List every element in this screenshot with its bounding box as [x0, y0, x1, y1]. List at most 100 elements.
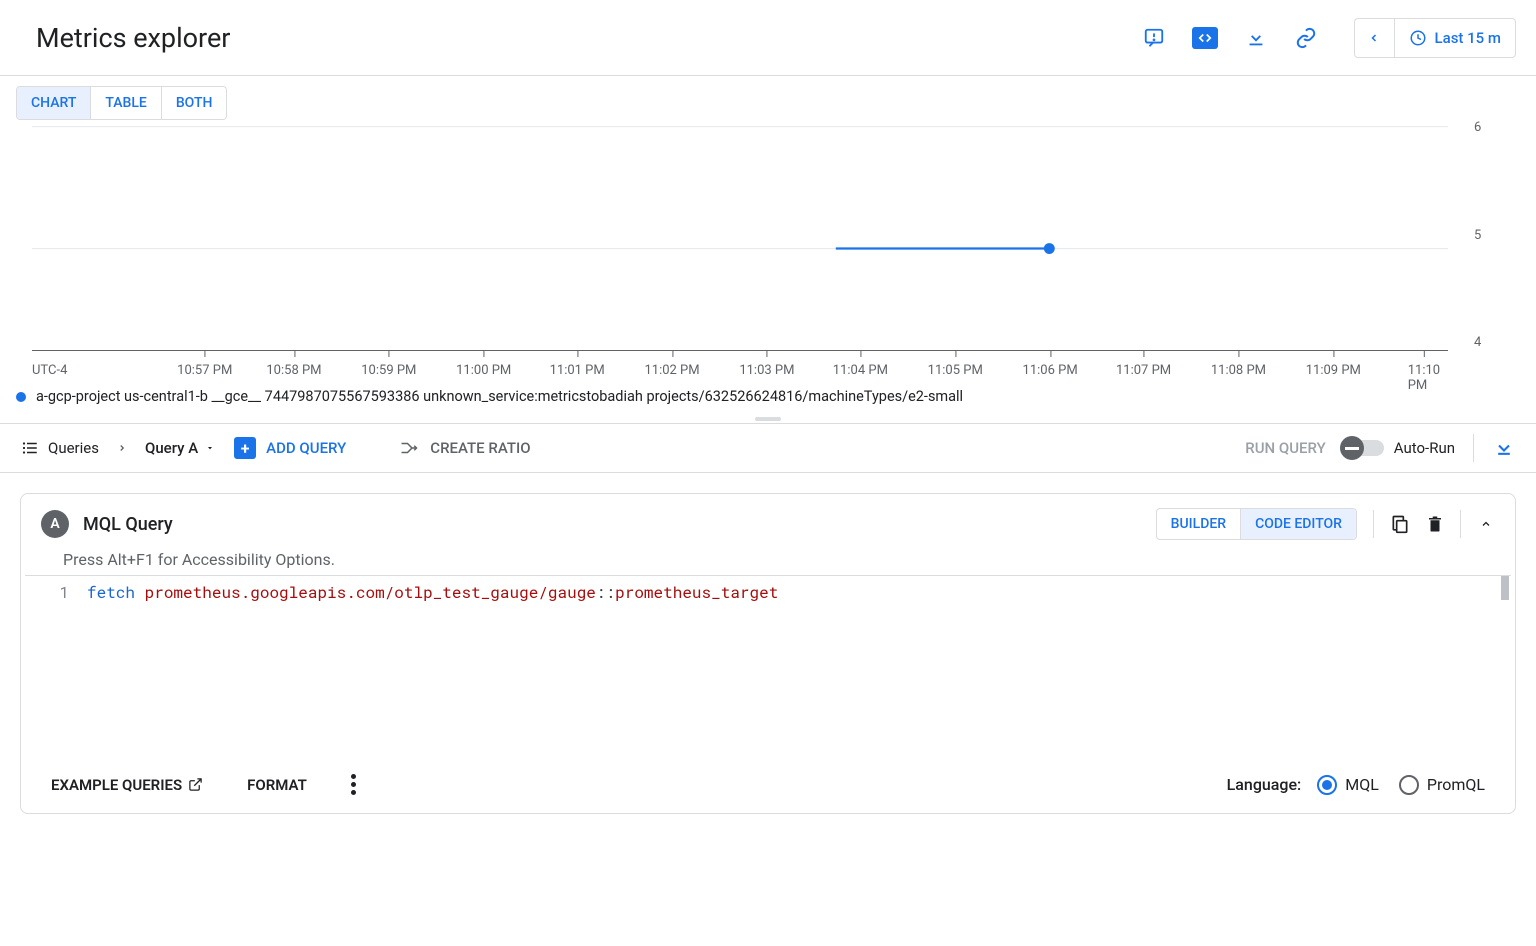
radio-promql-label: PromQL: [1427, 775, 1485, 794]
external-link-icon: [188, 777, 203, 792]
query-card-header: A MQL Query BUILDER CODE EDITOR: [21, 494, 1515, 540]
autorun-toggle[interactable]: Auto-Run: [1344, 439, 1455, 457]
x-tick: 11:03 PM: [739, 351, 794, 378]
chart-y-axis: 6 5 4: [1464, 120, 1504, 350]
list-icon: [20, 439, 40, 457]
queries-label-text: Queries: [48, 439, 99, 457]
scrollbar-thumb[interactable]: [1501, 576, 1509, 600]
collapse-icon[interactable]: [1477, 518, 1495, 530]
query-badge: A: [41, 510, 69, 538]
example-queries-label: EXAMPLE QUERIES: [51, 776, 182, 794]
queries-list-button[interactable]: Queries: [20, 439, 99, 457]
separator: [1473, 434, 1474, 462]
footer-left: EXAMPLE QUERIES FORMAT: [51, 774, 356, 795]
x-tick: 11:06 PM: [1023, 351, 1078, 378]
builder-mode-button[interactable]: BUILDER: [1157, 509, 1240, 539]
panel-resize-handle[interactable]: [0, 415, 1536, 423]
radio-mql[interactable]: MQL: [1317, 775, 1379, 795]
queries-toolbar: Queries Query A + ADD QUERY CREATE RATIO…: [0, 423, 1536, 473]
x-tick: 10:58 PM: [266, 351, 321, 378]
add-query-label: ADD QUERY: [266, 439, 346, 457]
timezone-label: UTC-4: [32, 363, 67, 378]
caret-down-icon: [204, 444, 216, 452]
y-tick: 4: [1474, 335, 1504, 350]
queries-toolbar-left: Queries Query A + ADD QUERY CREATE RATIO: [20, 437, 531, 459]
query-selector[interactable]: Query A: [145, 439, 216, 457]
download-icon[interactable]: [1244, 26, 1268, 50]
legend-color-dot: [16, 392, 26, 402]
code-op: ::: [596, 582, 615, 603]
footer-right: Language: MQL PromQL: [1227, 775, 1485, 795]
y-tick: 6: [1474, 120, 1504, 135]
code-line: fetch prometheus.googleapis.com/otlp_tes…: [83, 576, 778, 755]
x-tick: 10:59 PM: [361, 351, 416, 378]
run-query-button[interactable]: RUN QUERY: [1245, 439, 1326, 457]
feedback-icon[interactable]: [1142, 26, 1166, 50]
view-mode-tabs: CHART TABLE BOTH: [16, 86, 227, 120]
x-tick: 11:08 PM: [1211, 351, 1266, 378]
header-actions: Last 15 m: [1142, 18, 1516, 58]
merge-icon: [398, 439, 420, 457]
chart-section: CHART TABLE BOTH 6 5 4 UTC-4 10:57 PM 10…: [0, 76, 1536, 380]
legend-label: a-gcp-project us-central1-b __gce__ 7447…: [36, 388, 963, 405]
y-tick: 5: [1474, 228, 1504, 243]
query-title-text: MQL Query: [83, 514, 173, 535]
editor-mode-toggle: BUILDER CODE EDITOR: [1156, 508, 1357, 540]
radio-promql[interactable]: PromQL: [1399, 775, 1485, 795]
format-button[interactable]: FORMAT: [247, 776, 307, 794]
plus-icon: +: [234, 437, 256, 459]
code-editor-mode-button[interactable]: CODE EDITOR: [1240, 509, 1356, 539]
radio-circle: [1317, 775, 1337, 795]
radio-mql-label: MQL: [1345, 775, 1379, 794]
add-query-button[interactable]: + ADD QUERY: [234, 437, 346, 459]
query-selector-label: Query A: [145, 439, 198, 457]
toggle-knob: [1340, 436, 1364, 460]
query-card-header-actions: BUILDER CODE EDITOR: [1156, 508, 1495, 540]
link-icon[interactable]: [1294, 26, 1318, 50]
chart-area[interactable]: 6 5 4 UTC-4 10:57 PM 10:58 PM 10:59 PM 1…: [32, 120, 1504, 380]
query-card-title: A MQL Query: [41, 510, 173, 538]
collapse-panel-icon[interactable]: [1492, 436, 1516, 460]
autorun-label: Auto-Run: [1394, 439, 1455, 457]
x-tick: 11:02 PM: [644, 351, 699, 378]
x-tick: 11:10 PM: [1408, 351, 1440, 393]
more-menu-icon[interactable]: [351, 774, 356, 795]
language-label: Language:: [1227, 775, 1302, 794]
tab-table[interactable]: TABLE: [90, 87, 160, 119]
example-queries-link[interactable]: EXAMPLE QUERIES: [51, 776, 203, 794]
accessibility-hint: Press Alt+F1 for Accessibility Options.: [21, 540, 1515, 575]
delete-icon[interactable]: [1426, 513, 1444, 535]
separator: [1460, 510, 1461, 538]
x-tick: 11:00 PM: [456, 351, 511, 378]
chart-canvas: [32, 120, 1448, 371]
query-card: A MQL Query BUILDER CODE EDITOR Press Al…: [20, 493, 1516, 814]
chart-legend[interactable]: a-gcp-project us-central1-b __gce__ 7447…: [0, 384, 1536, 415]
language-radio-group: MQL PromQL: [1317, 775, 1485, 795]
toggle-track: [1344, 440, 1384, 456]
copy-icon[interactable]: [1390, 513, 1410, 535]
code-target: prometheus_target: [615, 582, 778, 603]
clock-icon: [1409, 29, 1427, 47]
x-tick: 11:07 PM: [1116, 351, 1171, 378]
create-ratio-button[interactable]: CREATE RATIO: [398, 439, 530, 457]
separator: [1373, 510, 1374, 538]
time-navigator: Last 15 m: [1354, 18, 1516, 58]
tab-chart[interactable]: CHART: [17, 87, 90, 119]
queries-toolbar-right: RUN QUERY Auto-Run: [1245, 434, 1516, 462]
chevron-right-icon: [117, 441, 127, 455]
code-icon[interactable]: [1192, 27, 1218, 49]
code-editor[interactable]: 1 fetch prometheus.googleapis.com/otlp_t…: [25, 575, 1511, 755]
time-range-label: Last 15 m: [1435, 29, 1501, 47]
x-tick: 11:01 PM: [550, 351, 605, 378]
x-tick: 11:05 PM: [928, 351, 983, 378]
x-tick: 11:04 PM: [833, 351, 888, 378]
time-range-button[interactable]: Last 15 m: [1395, 29, 1515, 47]
code-path: prometheus.googleapis.com/otlp_test_gaug…: [145, 582, 596, 603]
chart-x-axis: UTC-4 10:57 PM 10:58 PM 10:59 PM 11:00 P…: [32, 350, 1448, 380]
radio-circle: [1399, 775, 1419, 795]
time-prev-button[interactable]: [1355, 19, 1395, 57]
line-gutter: 1: [25, 576, 83, 755]
tab-both[interactable]: BOTH: [161, 87, 227, 119]
page-title: Metrics explorer: [36, 22, 230, 54]
header-bar: Metrics explorer Last 15 m: [0, 0, 1536, 76]
